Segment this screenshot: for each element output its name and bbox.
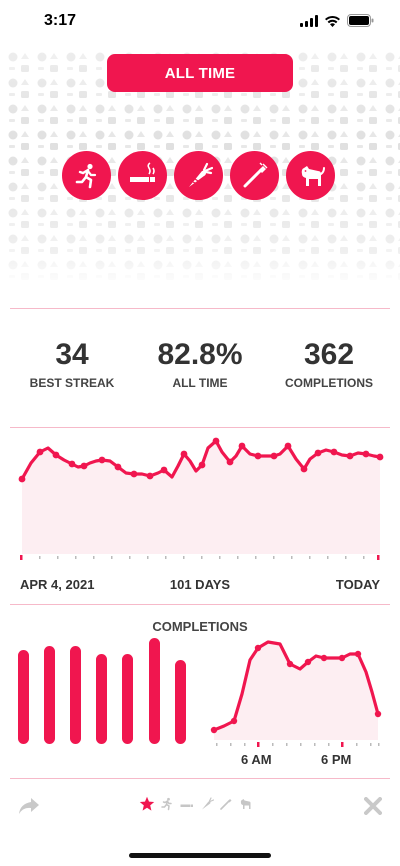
time-area (214, 642, 378, 740)
toothbrush-icon[interactable] (219, 797, 233, 811)
cigarette-icon[interactable] (179, 797, 195, 811)
wifi-icon (325, 15, 340, 27)
stat-best-streak: 34 BEST STREAK (24, 338, 120, 390)
cigarette-icon (129, 161, 155, 182)
habit-toothbrush-button[interactable] (230, 151, 279, 200)
page-indicator (139, 796, 253, 812)
habit-running-button[interactable] (62, 151, 111, 200)
carrot-icon[interactable] (200, 797, 214, 811)
stat-label: COMPLETIONS (284, 376, 373, 390)
bottom-toolbar (0, 792, 400, 822)
status-time: 3:17 (44, 12, 77, 29)
status-bar: 3:17 (0, 0, 400, 44)
stat-value: 82.8% (157, 338, 243, 371)
signal-icon (300, 14, 318, 27)
divider (10, 308, 390, 309)
time-label-6pm: 6 PM (321, 752, 352, 767)
stat-value: 362 (303, 338, 355, 371)
weekday-bar (18, 650, 29, 744)
runner-icon (75, 163, 96, 188)
stat-label: BEST STREAK (29, 376, 115, 390)
stat-all-time: 82.8% ALL TIME (144, 338, 256, 390)
battery-icon (347, 14, 374, 27)
habit-dog-button[interactable] (286, 151, 335, 200)
trend-area (22, 441, 380, 554)
completion-trend-chart (18, 437, 384, 560)
stat-label: ALL TIME (172, 376, 228, 390)
home-indicator[interactable] (129, 853, 271, 858)
weekday-bar (122, 654, 133, 744)
weekday-bar (96, 654, 107, 744)
share-icon[interactable] (18, 797, 40, 815)
time-label-6am: 6 AM (241, 752, 272, 767)
weekday-bar (149, 638, 160, 744)
habit-no-smoking-button[interactable] (118, 151, 167, 200)
dog-icon[interactable] (238, 797, 253, 811)
toothbrush-icon (243, 162, 267, 187)
stat-completions: 362 COMPLETIONS (276, 338, 382, 390)
close-icon[interactable] (364, 797, 382, 815)
stat-value: 34 (55, 338, 89, 371)
divider (10, 778, 390, 779)
weekday-bar (70, 646, 81, 744)
habit-vegetables-button[interactable] (174, 151, 223, 200)
dog-icon (301, 165, 325, 186)
weekday-bar (175, 660, 186, 744)
runner-icon[interactable] (160, 797, 174, 811)
habit-selector (62, 151, 335, 200)
divider (10, 604, 390, 605)
time-ticks (216, 743, 380, 746)
trend-end-label: TODAY (335, 577, 380, 592)
carrot-icon (188, 162, 213, 187)
completions-by-weekday-chart (18, 638, 186, 744)
trend-ticks (21, 556, 380, 559)
star-icon[interactable] (139, 796, 155, 812)
completions-by-time-chart (210, 640, 382, 747)
completions-title: COMPLETIONS (152, 619, 248, 634)
all-time-button[interactable]: ALL TIME (107, 54, 293, 92)
weekday-bar (44, 646, 55, 744)
all-time-button-label: ALL TIME (164, 64, 236, 82)
divider (10, 427, 390, 428)
